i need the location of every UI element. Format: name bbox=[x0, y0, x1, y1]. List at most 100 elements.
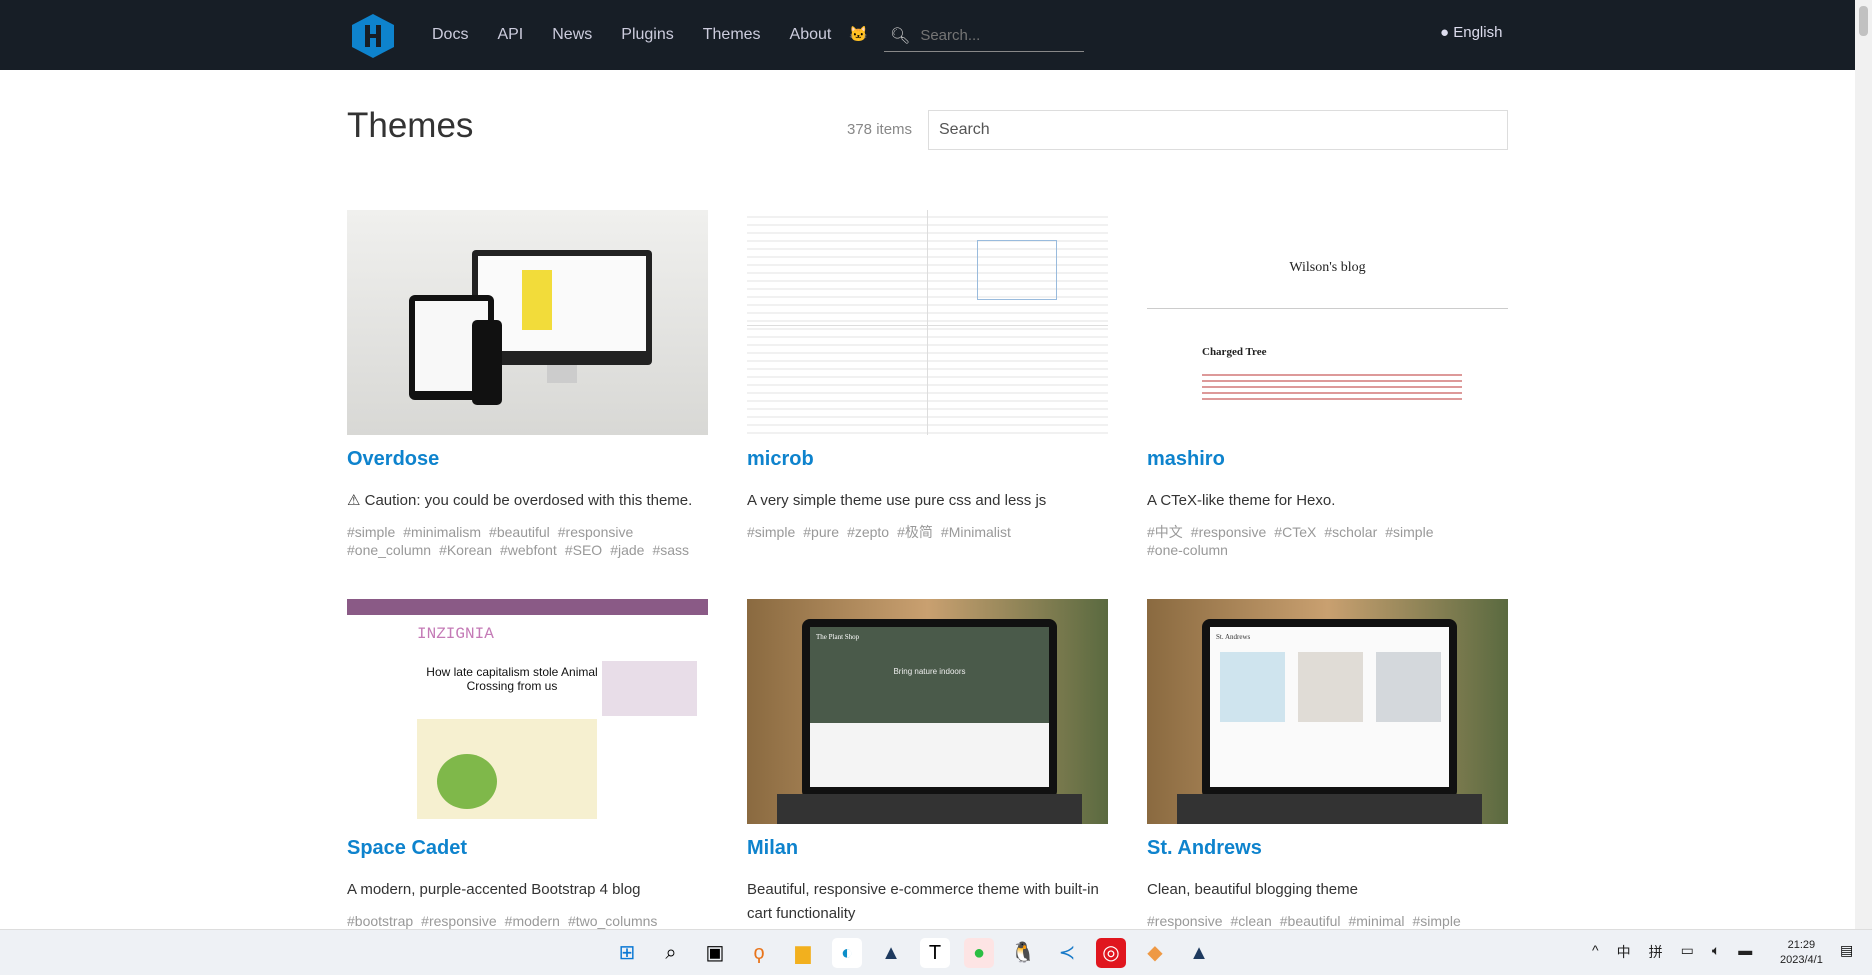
theme-title[interactable]: Overdose bbox=[347, 448, 708, 471]
tag[interactable]: #responsive bbox=[558, 524, 634, 540]
volume-icon[interactable]: 🔈︎ bbox=[1712, 942, 1720, 962]
theme-title[interactable]: microb bbox=[747, 448, 1108, 471]
globe-icon: ● bbox=[1440, 24, 1450, 41]
nav-api[interactable]: API bbox=[497, 26, 523, 44]
theme-thumbnail[interactable]: The Plant Shop Bring nature indoors bbox=[747, 599, 1108, 824]
page-title: Themes bbox=[347, 106, 474, 145]
wechat-icon[interactable]: ● bbox=[964, 938, 994, 968]
qq-icon[interactable]: 🐧 bbox=[1008, 938, 1038, 968]
theme-thumbnail[interactable]: St. Andrews bbox=[1147, 599, 1508, 824]
theme-card: INZIGNIA How late capitalism stole Anima… bbox=[347, 599, 708, 930]
theme-title[interactable]: St. Andrews bbox=[1147, 837, 1508, 860]
nav-docs[interactable]: Docs bbox=[432, 26, 468, 44]
tray-overflow-chevron[interactable]: ^ bbox=[1592, 942, 1599, 962]
tag[interactable]: #minimalism bbox=[403, 524, 481, 540]
battery-icon[interactable]: ▬ bbox=[1738, 942, 1752, 962]
tag[interactable]: #scholar bbox=[1324, 524, 1377, 540]
nav-themes[interactable]: Themes bbox=[703, 26, 761, 44]
taskbar: ⊞ ⌕ ▣ ϙ ▆ ◐ ▲ T ● 🐧 ≺ ◎ ◆ ▲ ^ 中 拼 ▭ 🔈︎ ▬… bbox=[0, 929, 1872, 975]
language-selector[interactable]: ● English bbox=[1440, 24, 1502, 41]
theme-description: Clean, beautiful blogging theme bbox=[1147, 881, 1358, 898]
theme-tags: #simple #minimalism #beautiful #responsive #… bbox=[347, 523, 708, 559]
system-tray: ^ 中 拼 ▭ 🔈︎ ▬ bbox=[1592, 942, 1752, 962]
tag[interactable]: #clean bbox=[1231, 913, 1272, 929]
nav-search-input[interactable] bbox=[920, 27, 1071, 44]
theme-title[interactable]: mashiro bbox=[1147, 448, 1508, 471]
tag[interactable]: #simple bbox=[747, 524, 795, 540]
tag[interactable]: #responsive bbox=[421, 913, 497, 929]
ime-language[interactable]: 中 bbox=[1617, 942, 1631, 962]
theme-title[interactable]: Milan bbox=[747, 837, 1108, 860]
theme-thumbnail[interactable]: Wilson's blog Charged Tree bbox=[1147, 210, 1508, 435]
theme-card: The Plant Shop Bring nature indoors Milan… bbox=[747, 599, 1108, 926]
theme-thumbnail[interactable] bbox=[747, 210, 1108, 435]
item-count: 378 items bbox=[847, 121, 913, 138]
tag[interactable]: #SEO bbox=[565, 542, 602, 558]
tag[interactable]: #bootstrap bbox=[347, 913, 413, 929]
top-navbar: Docs API News Plugins Themes About 🐱 🔍︎ … bbox=[0, 0, 1855, 70]
tag[interactable]: #one-column bbox=[1147, 542, 1228, 558]
theme-tags: #中文 #responsive #CTeX #scholar #simple #one-c… bbox=[1147, 523, 1508, 559]
tag[interactable]: #beautiful bbox=[1280, 913, 1341, 929]
netease-music-icon[interactable]: ◎ bbox=[1096, 938, 1126, 968]
nav-search[interactable]: 🔍︎ bbox=[884, 20, 1084, 52]
tag[interactable]: #jade bbox=[610, 542, 644, 558]
theme-description: A modern, purple-accented Bootstrap 4 bl… bbox=[347, 881, 641, 898]
everything-search-icon[interactable]: ϙ bbox=[744, 938, 774, 968]
tag[interactable]: #极简 bbox=[897, 524, 933, 540]
tag[interactable]: #responsive bbox=[1147, 913, 1223, 929]
theme-thumbnail[interactable] bbox=[347, 210, 708, 435]
cat-app-icon[interactable]: ▲ bbox=[1184, 938, 1214, 968]
theme-card: microb A very simple theme use pure css … bbox=[747, 210, 1108, 541]
cat-app-icon[interactable]: ▲ bbox=[876, 938, 906, 968]
github-icon[interactable]: 🐱 bbox=[849, 25, 868, 43]
nav-news[interactable]: News bbox=[552, 26, 592, 44]
tag[interactable]: #beautiful bbox=[489, 524, 550, 540]
typora-icon[interactable]: T bbox=[920, 938, 950, 968]
tag[interactable]: #modern bbox=[505, 913, 560, 929]
tag[interactable]: #minimal bbox=[1348, 913, 1404, 929]
theme-tags: #simple #pure #zepto #极简 #Minimalist bbox=[747, 523, 1108, 541]
ime-mode[interactable]: 拼 bbox=[1649, 942, 1663, 962]
clock[interactable]: 21:29 2023/4/1 bbox=[1780, 938, 1823, 968]
tag[interactable]: #Minimalist bbox=[941, 524, 1011, 540]
tag[interactable]: #CTeX bbox=[1274, 524, 1316, 540]
tag[interactable]: #webfont bbox=[500, 542, 557, 558]
tag[interactable]: #simple bbox=[1385, 524, 1433, 540]
notification-icon[interactable]: ▤ bbox=[1840, 942, 1853, 959]
tag[interactable]: #Korean bbox=[439, 542, 492, 558]
tag[interactable]: #pure bbox=[803, 524, 839, 540]
vscode-icon[interactable]: ≺ bbox=[1052, 938, 1082, 968]
network-icon[interactable]: ▭ bbox=[1681, 942, 1694, 962]
theme-search-input[interactable] bbox=[928, 110, 1508, 150]
search-icon[interactable]: ⌕ bbox=[656, 938, 686, 968]
tag[interactable]: #中文 bbox=[1147, 524, 1183, 540]
theme-card: St. Andrews St. Andrews Clean, beautiful… bbox=[1147, 599, 1508, 930]
windows-start-icon[interactable]: ⊞ bbox=[612, 938, 642, 968]
theme-description: A CTeX-like theme for Hexo. bbox=[1147, 492, 1336, 509]
theme-tags: #bootstrap #responsive #modern #two_columns bbox=[347, 912, 708, 930]
tag[interactable]: #two_columns bbox=[568, 913, 658, 929]
nav-about[interactable]: About bbox=[790, 26, 832, 44]
edge-browser-icon[interactable]: ◐ bbox=[832, 938, 862, 968]
task-view-icon[interactable]: ▣ bbox=[700, 938, 730, 968]
theme-description: A very simple theme use pure css and les… bbox=[747, 492, 1047, 509]
theme-tags: #responsive #clean #beautiful #minimal #simp… bbox=[1147, 912, 1508, 930]
theme-card: Wilson's blog Charged Tree mashiro A CTe… bbox=[1147, 210, 1508, 559]
tag[interactable]: #one_column bbox=[347, 542, 431, 558]
git-app-icon[interactable]: ◆ bbox=[1140, 938, 1170, 968]
theme-description: Beautiful, responsive e-commerce theme w… bbox=[747, 881, 1099, 922]
theme-card: Overdose ⚠ Caution: you could be overdos… bbox=[347, 210, 708, 559]
tag[interactable]: #responsive bbox=[1191, 524, 1267, 540]
theme-title[interactable]: Space Cadet bbox=[347, 837, 708, 860]
tag[interactable]: #simple bbox=[347, 524, 395, 540]
nav-plugins[interactable]: Plugins bbox=[621, 26, 673, 44]
theme-description: ⚠ Caution: you could be overdosed with t… bbox=[347, 492, 693, 509]
file-explorer-icon[interactable]: ▆ bbox=[788, 938, 818, 968]
scrollbar[interactable] bbox=[1855, 0, 1872, 929]
hexo-logo[interactable] bbox=[352, 14, 394, 58]
tag[interactable]: #sass bbox=[652, 542, 689, 558]
tag[interactable]: #zepto bbox=[847, 524, 889, 540]
theme-thumbnail[interactable]: INZIGNIA How late capitalism stole Anima… bbox=[347, 599, 708, 824]
tag[interactable]: #simple bbox=[1413, 913, 1461, 929]
